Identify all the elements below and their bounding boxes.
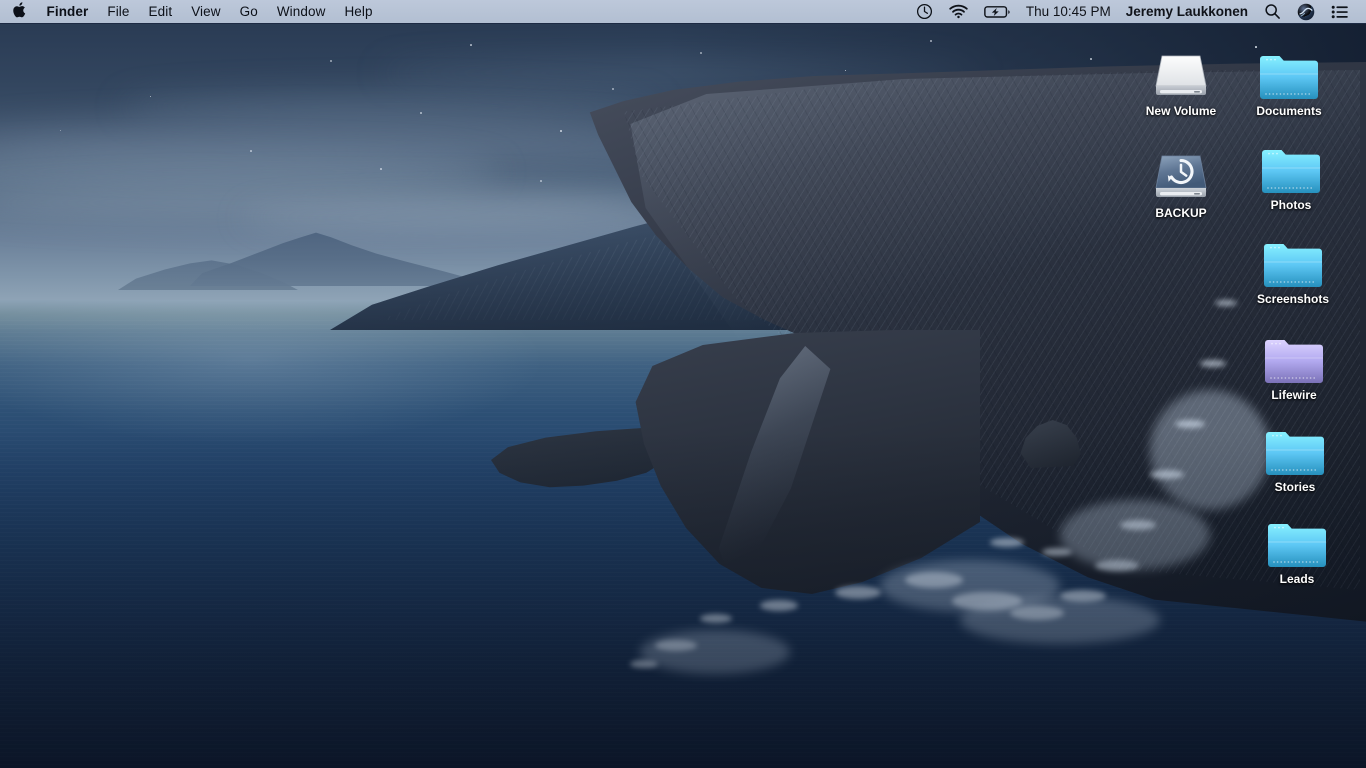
- time-machine-icon[interactable]: [908, 0, 941, 23]
- menu-edit[interactable]: Edit: [139, 0, 182, 23]
- folder-icon: [1266, 504, 1328, 570]
- desktop-icon-documents[interactable]: Documents: [1241, 36, 1337, 118]
- apple-logo-icon: [12, 2, 26, 21]
- menu-bar-left: Finder File Edit View Go Window Help: [0, 0, 382, 23]
- desktop-icon-label: Photos: [1271, 199, 1312, 212]
- desktop-icon-label: Lifewire: [1271, 389, 1316, 402]
- folder-icon: [1258, 36, 1320, 102]
- desktop-screen: Finder File Edit View Go Window Help Thu…: [0, 0, 1366, 768]
- apple-menu[interactable]: [0, 0, 37, 23]
- control-center-icon[interactable]: [1323, 0, 1357, 23]
- menu-bar: Finder File Edit View Go Window Help Thu…: [0, 0, 1366, 24]
- menu-bar-status-area: Thu 10:45 PM Jeremy Laukkonen: [908, 0, 1366, 23]
- spotlight-search-icon[interactable]: [1256, 0, 1289, 23]
- menu-finder[interactable]: Finder: [37, 0, 98, 23]
- external-drive-icon: [1150, 36, 1212, 102]
- desktop-icon-label: Stories: [1275, 481, 1316, 494]
- desktop-icon-grid: New Volume BACKUP Documents Photos Scree…: [0, 0, 1366, 768]
- menu-bar-clock[interactable]: Thu 10:45 PM: [1019, 4, 1118, 19]
- desktop-icon-screenshots[interactable]: Screenshots: [1245, 224, 1341, 306]
- desktop-icon-label: Screenshots: [1257, 293, 1329, 306]
- folder-icon: [1264, 412, 1326, 478]
- desktop-icon-stories[interactable]: Stories: [1247, 412, 1343, 494]
- menu-window[interactable]: Window: [267, 0, 335, 23]
- folder-icon: [1260, 130, 1322, 196]
- desktop-icon-backup[interactable]: BACKUP: [1133, 138, 1229, 220]
- menu-file[interactable]: File: [98, 0, 139, 23]
- siri-icon[interactable]: [1289, 0, 1323, 23]
- wifi-icon[interactable]: [941, 0, 976, 23]
- fast-user-switching-name[interactable]: Jeremy Laukkonen: [1118, 4, 1256, 19]
- desktop-icon-photos[interactable]: Photos: [1243, 130, 1339, 212]
- folder-icon: [1263, 320, 1325, 386]
- battery-charging-icon[interactable]: [976, 0, 1019, 23]
- desktop-icon-lifewire[interactable]: Lifewire: [1246, 320, 1342, 402]
- time-machine-drive-icon: [1150, 138, 1212, 204]
- desktop-icon-label: Leads: [1280, 573, 1315, 586]
- menu-help[interactable]: Help: [335, 0, 382, 23]
- desktop-icon-new-volume[interactable]: New Volume: [1133, 36, 1229, 118]
- desktop-icon-label: New Volume: [1146, 105, 1216, 118]
- folder-icon: [1262, 224, 1324, 290]
- menu-go[interactable]: Go: [230, 0, 267, 23]
- menu-view[interactable]: View: [182, 0, 230, 23]
- desktop-icon-label: Documents: [1256, 105, 1321, 118]
- desktop-icon-leads[interactable]: Leads: [1249, 504, 1345, 586]
- desktop-icon-label: BACKUP: [1155, 207, 1206, 220]
